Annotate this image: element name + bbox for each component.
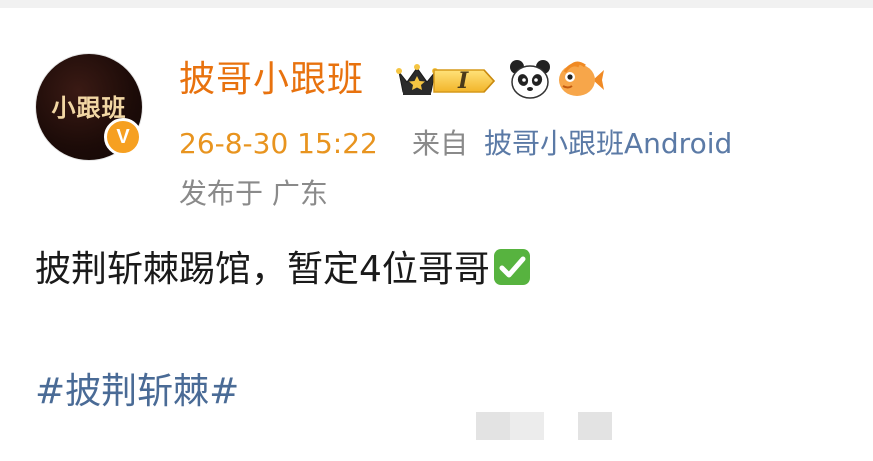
fish-icon bbox=[559, 61, 604, 96]
image-placeholder bbox=[510, 412, 544, 440]
image-placeholder bbox=[476, 412, 510, 440]
post-body: 披荆斩棘踢馆，暂定4位哥哥 bbox=[35, 247, 532, 292]
panda-icon bbox=[510, 60, 550, 99]
post-location: 发布于 广东 bbox=[179, 177, 328, 210]
image-placeholder bbox=[578, 412, 612, 440]
post-source-link[interactable]: 披哥小跟班Android bbox=[484, 127, 732, 161]
top-divider bbox=[0, 0, 873, 8]
verified-badge-icon: V bbox=[104, 118, 142, 156]
check-mark-icon bbox=[493, 249, 530, 285]
username[interactable]: 披哥小跟班 bbox=[179, 60, 364, 100]
level-label: I bbox=[458, 68, 469, 94]
from-label: 来自 bbox=[412, 127, 469, 160]
post-timestamp: 26-8-30 15:22 bbox=[179, 127, 378, 160]
hashtag-link[interactable]: #披荆斩棘# bbox=[35, 370, 239, 414]
post-body-text: 披荆斩棘踢馆，暂定4位哥哥 bbox=[35, 249, 490, 290]
